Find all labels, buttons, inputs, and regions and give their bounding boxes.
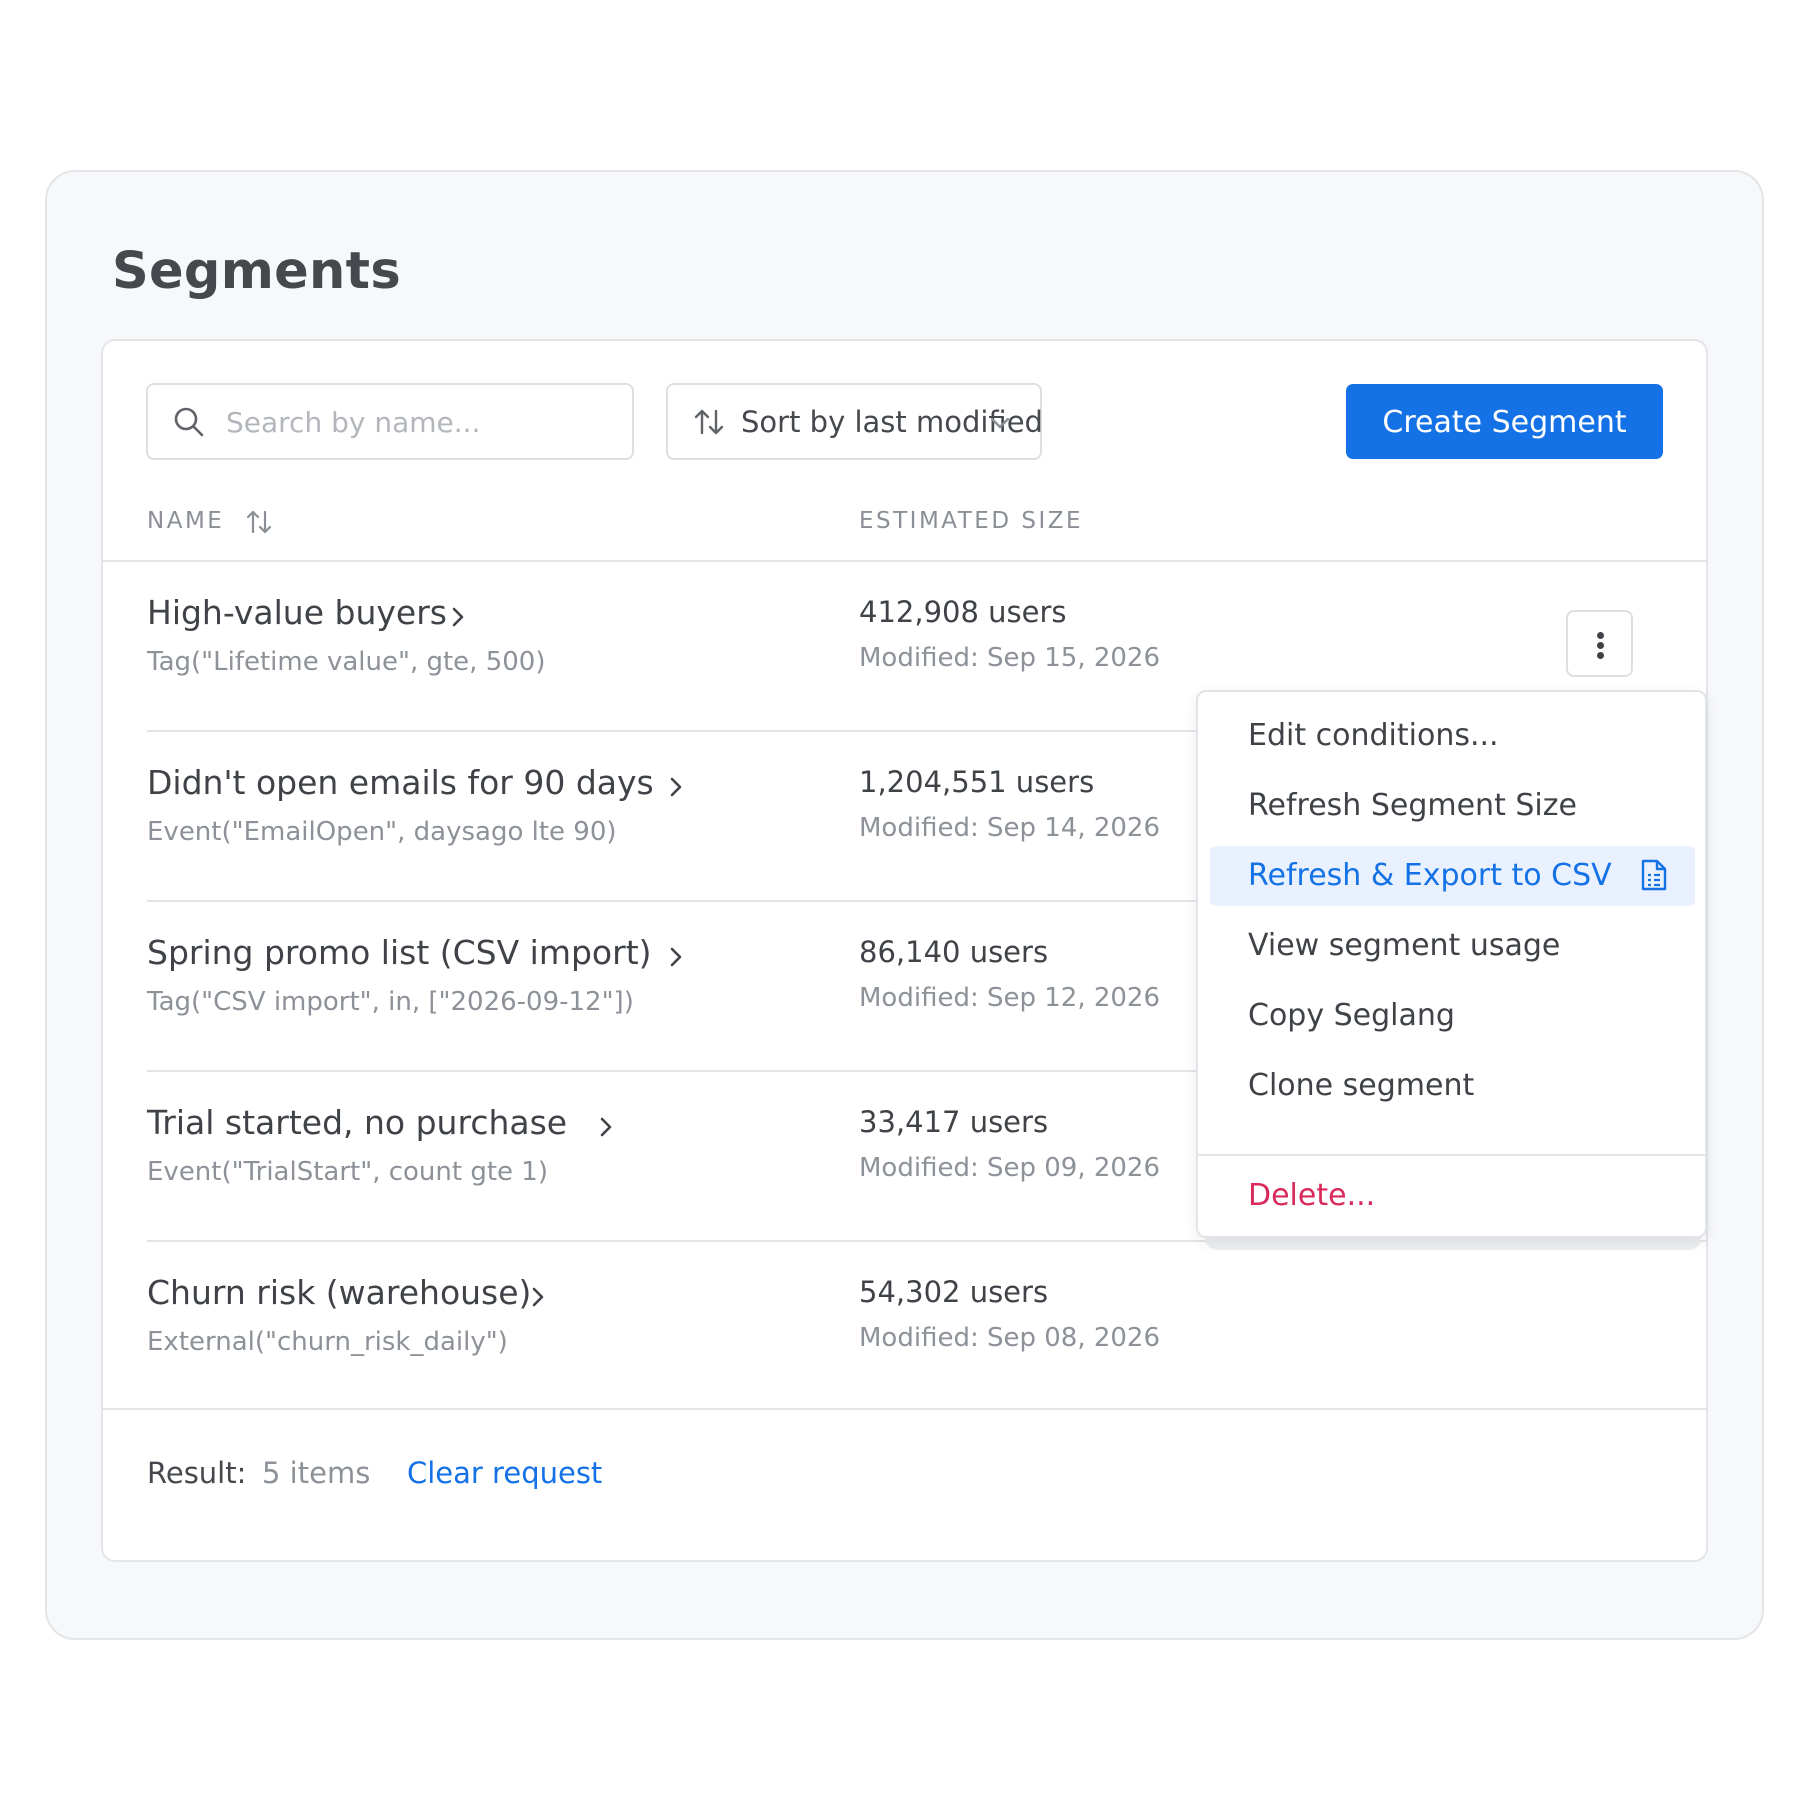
segment-size: 86,140 users — [859, 935, 1049, 969]
sort-icon[interactable] — [245, 508, 273, 536]
menu-item-view-usage[interactable]: View segment usage — [1210, 916, 1695, 976]
segment-size: 54,302 users — [859, 1275, 1049, 1309]
column-header-name[interactable]: NAME — [147, 508, 224, 534]
menu-item-refresh-size[interactable]: Refresh Segment Size — [1210, 776, 1695, 836]
search-icon — [174, 407, 204, 437]
segment-rule: Tag("CSV import", in, ["2026-09-12"]) — [147, 987, 634, 1017]
more-actions-button[interactable] — [1566, 610, 1633, 677]
menu-item-label: Refresh & Export to CSV — [1248, 858, 1612, 893]
actions-menu: Edit conditions... Refresh Segment Size … — [1196, 690, 1707, 1238]
kebab-icon — [1597, 632, 1604, 639]
segment-modified: Modified: Sep 08, 2026 — [859, 1323, 1161, 1353]
menu-item-refresh-export-csv[interactable]: Refresh & Export to CSV — [1210, 846, 1695, 906]
menu-item-edit-conditions[interactable]: Edit conditions... — [1210, 706, 1695, 766]
segment-modified: Modified: Sep 14, 2026 — [859, 813, 1161, 843]
menu-divider — [1198, 1154, 1705, 1156]
chevron-right-icon[interactable] — [667, 775, 685, 799]
kebab-icon — [1597, 642, 1604, 649]
divider — [103, 1408, 1706, 1410]
segment-modified: Modified: Sep 09, 2026 — [859, 1153, 1161, 1183]
segment-size: 33,417 users — [859, 1105, 1049, 1139]
chevron-right-icon[interactable] — [667, 945, 685, 969]
segment-name[interactable]: Didn't open emails for 90 days — [147, 763, 654, 802]
segment-modified: Modified: Sep 15, 2026 — [859, 643, 1161, 673]
search-field[interactable] — [146, 383, 634, 460]
column-header-size: ESTIMATED SIZE — [859, 508, 1084, 534]
search-input[interactable] — [224, 397, 614, 447]
table-row[interactable]: Churn risk (warehouse) External("churn_r… — [147, 1241, 1706, 1411]
create-segment-button[interactable]: Create Segment — [1346, 384, 1663, 459]
chevron-down-icon — [990, 417, 1010, 429]
chevron-right-icon[interactable] — [597, 1115, 615, 1139]
sort-dropdown[interactable]: Sort by last modified — [666, 383, 1043, 460]
segment-name[interactable]: Spring promo list (CSV import) — [147, 933, 652, 972]
segment-modified: Modified: Sep 12, 2026 — [859, 983, 1161, 1013]
segment-name[interactable]: Trial started, no purchase — [147, 1103, 567, 1142]
page-title: Segments — [112, 242, 402, 301]
document-icon — [1641, 859, 1667, 891]
segment-rule: Event("TrialStart", count gte 1) — [147, 1157, 548, 1187]
result-count: 5 items — [262, 1456, 371, 1490]
chevron-right-icon[interactable] — [449, 605, 467, 629]
segment-rule: Tag("Lifetime value", gte, 500) — [147, 647, 546, 677]
chevron-right-icon[interactable] — [529, 1285, 547, 1309]
segment-name[interactable]: High-value buyers — [147, 593, 447, 632]
menu-item-clone-segment[interactable]: Clone segment — [1210, 1056, 1695, 1116]
menu-item-copy-seglang[interactable]: Copy Seglang — [1210, 986, 1695, 1046]
segment-size: 1,204,551 users — [859, 765, 1095, 799]
segment-rule: Event("EmailOpen", daysago lte 90) — [147, 817, 617, 847]
kebab-icon — [1597, 652, 1604, 659]
segment-rule: External("churn_risk_daily") — [147, 1327, 508, 1357]
clear-request-link[interactable]: Clear request — [407, 1456, 602, 1490]
sort-icon — [694, 409, 724, 435]
segment-name[interactable]: Churn risk (warehouse) — [147, 1273, 531, 1312]
segment-size: 412,908 users — [859, 595, 1067, 629]
menu-item-delete[interactable]: Delete... — [1210, 1166, 1695, 1226]
result-label: Result: — [147, 1456, 247, 1490]
